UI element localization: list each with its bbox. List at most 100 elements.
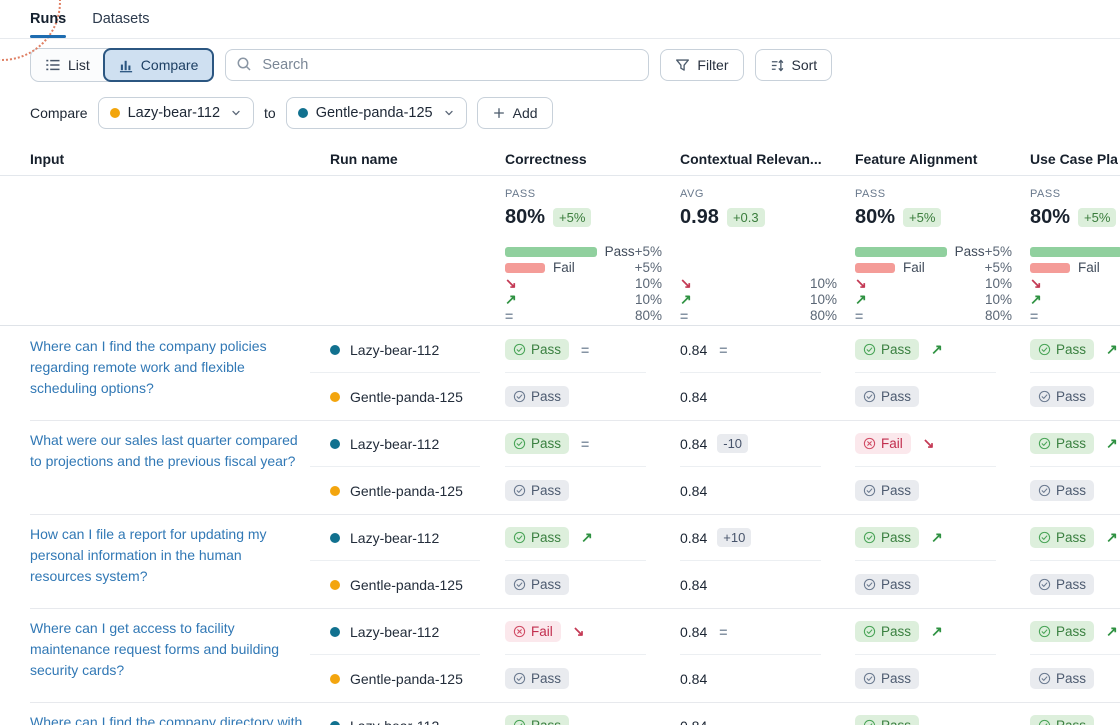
- status-badge: Pass: [505, 386, 569, 407]
- column-header-correctness[interactable]: Correctness: [505, 151, 680, 167]
- status-badge: Pass: [505, 668, 569, 689]
- run-name-cell: Lazy-bear-112 Gentle-panda-125: [330, 702, 505, 725]
- check-circle-icon: [1038, 437, 1051, 450]
- status-badge: Pass: [1030, 339, 1094, 360]
- trend-up-icon: [505, 291, 517, 308]
- compare-view-button[interactable]: Compare: [103, 48, 215, 82]
- trend-equal-icon: [855, 308, 863, 324]
- check-circle-icon: [1038, 625, 1051, 638]
- check-circle-icon: [513, 390, 526, 403]
- sort-button[interactable]: Sort: [755, 49, 833, 81]
- status-badge: Pass: [505, 339, 569, 360]
- check-circle-icon: [513, 578, 526, 591]
- score-value: 0.84: [680, 671, 707, 687]
- pass-bar: [1030, 247, 1120, 257]
- table-row: Where can I find the company directory w…: [0, 702, 1120, 725]
- column-header-use-case[interactable]: Use Case Pla: [1030, 151, 1120, 167]
- trend-icon: [931, 623, 943, 640]
- column-header-run-name[interactable]: Run name: [330, 151, 505, 167]
- check-circle-icon: [863, 484, 876, 497]
- toolbar: List Compare Filter Sort: [0, 39, 1120, 82]
- status-badge: Pass: [1030, 715, 1094, 725]
- contextual-relevance-cell: 0.84 0.84: [680, 608, 855, 702]
- summary-contextual: AVG 0.98+0.3: [680, 188, 855, 244]
- run-name: Gentle-panda-125: [350, 577, 463, 593]
- column-header-feature-alignment[interactable]: Feature Alignment: [855, 151, 1030, 167]
- filter-button[interactable]: Filter: [660, 49, 743, 81]
- check-circle-icon: [1038, 531, 1051, 544]
- status-badge: Pass: [1030, 527, 1094, 548]
- stat-delta-badge: +5%: [553, 208, 591, 227]
- search-input[interactable]: [260, 56, 638, 74]
- legend-label: Pass: [605, 244, 635, 259]
- legend-value: 80%: [635, 308, 662, 323]
- correctness-cell: Pass Pass: [505, 326, 680, 420]
- mini-chart-usecase: Pass+5% Fail+5% 10% 10% 80%: [1030, 244, 1120, 324]
- check-circle-icon: [513, 531, 526, 544]
- trend-down-icon: [1030, 275, 1042, 292]
- add-run-button[interactable]: Add: [477, 97, 553, 129]
- legend-label: Fail: [553, 260, 575, 275]
- trend-down-icon: [855, 275, 867, 292]
- feature-alignment-cell: Pass Pass: [855, 702, 1030, 725]
- run-color-dot: [330, 627, 340, 637]
- view-toggle: List Compare: [30, 48, 214, 82]
- baseline-run-select[interactable]: Lazy-bear-112: [98, 97, 254, 129]
- check-circle-icon: [513, 719, 526, 725]
- tab-runs-label: Runs: [30, 11, 66, 27]
- search-icon: [236, 56, 252, 75]
- run-color-dot: [330, 674, 340, 684]
- pass-bar: [505, 247, 597, 257]
- filter-label: Filter: [697, 57, 728, 73]
- comparison-run-select[interactable]: Gentle-panda-125: [286, 97, 467, 129]
- mini-chart-correctness: Pass+5% Fail+5% 10% 10% 80%: [505, 244, 680, 324]
- status-badge: Pass: [1030, 433, 1094, 454]
- bar-chart-icon: [119, 58, 134, 73]
- summary-usecase: PASS 80%+5%: [1030, 188, 1120, 244]
- input-question-link[interactable]: How can I file a report for updating my …: [30, 524, 306, 587]
- sort-label: Sort: [792, 57, 818, 73]
- input-question-link[interactable]: Where can I get access to facility maint…: [30, 618, 306, 681]
- run-name: Lazy-bear-112: [350, 342, 439, 358]
- run-name: Gentle-panda-125: [350, 389, 463, 405]
- tab-runs[interactable]: Runs: [30, 0, 66, 38]
- legend-value: 80%: [985, 308, 1012, 323]
- trend-up-icon: [1030, 291, 1042, 308]
- trend-icon: [581, 342, 589, 358]
- legend-value: 80%: [810, 308, 837, 323]
- trend-icon: [931, 529, 943, 546]
- x-circle-icon: [863, 437, 876, 450]
- legend-value: 10%: [635, 276, 662, 291]
- correctness-cell: Pass Pass: [505, 514, 680, 608]
- run-name-cell: Lazy-bear-112 Gentle-panda-125: [330, 326, 505, 420]
- stat-value: 0.98: [680, 206, 719, 229]
- check-circle-icon: [1038, 672, 1051, 685]
- check-circle-icon: [863, 625, 876, 638]
- chevron-down-icon: [443, 107, 455, 119]
- status-badge: Pass: [855, 527, 919, 548]
- legend-value: 10%: [810, 292, 837, 307]
- legend-value: 10%: [810, 276, 837, 291]
- column-header-input[interactable]: Input: [0, 151, 330, 167]
- stat-delta-badge: +0.3: [727, 208, 765, 227]
- stat-label: PASS: [855, 188, 1030, 200]
- list-view-button[interactable]: List: [31, 49, 104, 81]
- summary-charts-row: Pass+5% Fail+5% 10% 10% 80% 10% 10% 80% …: [0, 244, 1120, 326]
- sort-icon: [770, 58, 785, 73]
- tab-datasets[interactable]: Datasets: [92, 0, 149, 38]
- trend-icon: [931, 341, 943, 358]
- status-badge: Pass: [855, 621, 919, 642]
- status-badge: Pass: [505, 480, 569, 501]
- check-circle-icon: [863, 578, 876, 591]
- input-question-link[interactable]: Where can I find the company directory w…: [30, 712, 306, 725]
- check-circle-icon: [1038, 578, 1051, 591]
- check-circle-icon: [1038, 719, 1051, 725]
- trend-down-icon: [680, 275, 692, 292]
- trend-icon: [1106, 623, 1118, 640]
- column-header-contextual-relevance[interactable]: Contextual Relevan...: [680, 151, 855, 167]
- score-value: 0.84: [680, 342, 707, 358]
- trend-icon: [581, 529, 593, 546]
- status-badge: Fail: [505, 621, 561, 642]
- input-question-link[interactable]: Where can I find the company policies re…: [30, 336, 306, 399]
- input-question-link[interactable]: What were our sales last quarter compare…: [30, 430, 306, 472]
